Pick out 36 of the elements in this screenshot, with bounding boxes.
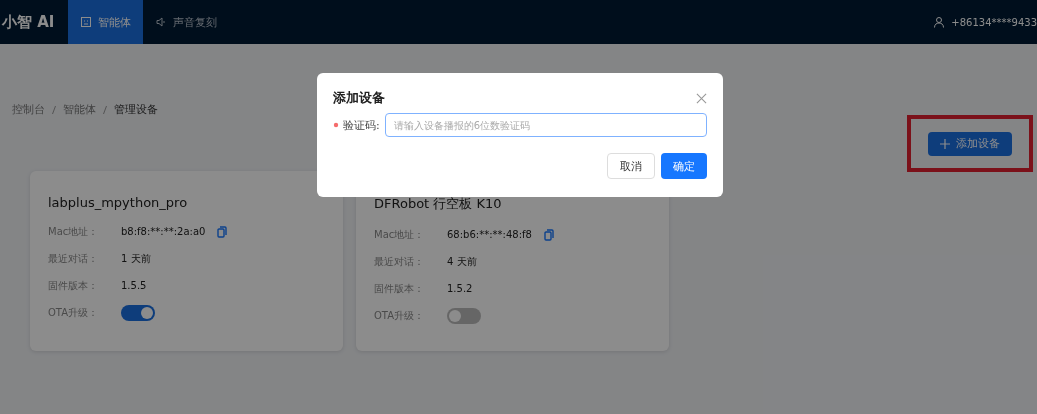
- field-value: 1.5.2: [447, 283, 473, 294]
- user-phone[interactable]: +86134****9433: [951, 16, 1037, 28]
- dialog-title: 添加设备: [333, 89, 385, 107]
- field-value: 1 天前: [121, 251, 151, 266]
- robot-icon: [80, 16, 93, 28]
- breadcrumb-separator-icon: [102, 103, 108, 116]
- close-icon[interactable]: [696, 92, 707, 104]
- copy-icon[interactable]: [543, 228, 554, 241]
- user-icon[interactable]: [933, 16, 946, 28]
- nav-tab[interactable]: 智能体: [68, 0, 144, 44]
- field-value: 1.5.5: [121, 280, 147, 291]
- confirm-button[interactable]: 确定: [661, 153, 707, 179]
- field-label: OTA升级：: [48, 305, 100, 320]
- field-label: 验证码:: [343, 117, 380, 133]
- device-name: DFRobot 行空板 K10: [374, 195, 503, 213]
- speaker-icon: [155, 16, 168, 28]
- logo-text: 小智 AI: [1, 12, 56, 32]
- field-label: 固件版本：: [374, 281, 425, 296]
- verification-code-field[interactable]: 请输入设备播报的6位数验证码: [384, 113, 707, 137]
- field-value: 68:b6:**:**:48:f8: [447, 229, 532, 240]
- ota-toggle[interactable]: [121, 304, 155, 321]
- breadcrumb-item: 管理设备: [114, 102, 158, 117]
- add-device-button[interactable]: 添加设备: [928, 131, 1012, 156]
- nav-tab[interactable]: 声音复刻: [143, 0, 230, 44]
- field-label: 固件版本：: [48, 278, 99, 293]
- plus-icon: [940, 138, 950, 149]
- cancel-button[interactable]: 取消: [607, 153, 655, 179]
- field-label: OTA升级：: [374, 308, 426, 323]
- copy-icon[interactable]: [217, 225, 228, 238]
- breadcrumb-separator-icon: [51, 103, 57, 116]
- ota-toggle[interactable]: [447, 307, 481, 324]
- breadcrumb-item[interactable]: 控制台: [12, 102, 45, 117]
- field-value: 4 天前: [447, 254, 477, 269]
- field-value: b8:f8:**:**:2a:a0: [121, 226, 206, 237]
- breadcrumb-item[interactable]: 智能体: [63, 102, 96, 117]
- device-name: labplus_mpython_pro: [48, 195, 189, 210]
